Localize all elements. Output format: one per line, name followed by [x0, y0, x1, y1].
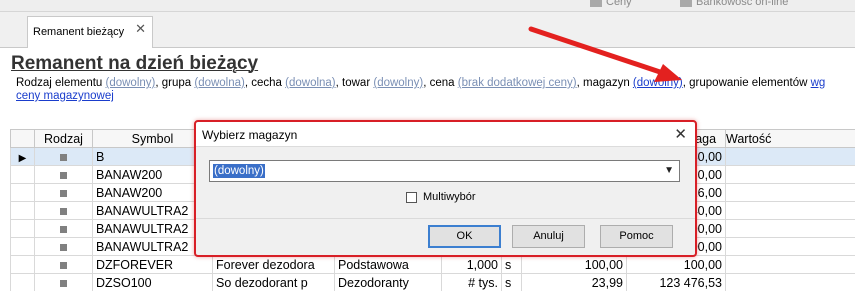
- dialog-titlebar[interactable]: Wybierz magazyn ✕: [196, 122, 695, 147]
- cell-rodzaj: [34, 147, 93, 166]
- item-type-icon: [60, 171, 67, 179]
- cell-value2: [725, 183, 855, 202]
- item-type-icon: [60, 243, 67, 251]
- combobox-value: (dowolny): [213, 164, 265, 178]
- tab-label: Remanent bieżący: [33, 26, 125, 38]
- cell-price: 100,00: [521, 255, 627, 274]
- cell-value2: [725, 237, 855, 256]
- filter-link-cecha[interactable]: (dowolna): [285, 77, 336, 89]
- multiselect-checkbox[interactable]: [406, 192, 417, 203]
- warehouse-combobox[interactable]: (dowolny) ▼: [209, 160, 680, 182]
- cell-rodzaj: [34, 255, 93, 274]
- toolbar-button-bank[interactable]: Bankowość on-line: [680, 0, 788, 8]
- filter-link-rodzaj[interactable]: (dowolny): [106, 77, 156, 89]
- cell-price: 23,99: [521, 273, 627, 291]
- item-type-icon: [60, 279, 67, 287]
- cell-name: So dezodorant p: [212, 273, 335, 291]
- cell-unit: s: [501, 273, 522, 291]
- cell-group: Dezodoranty: [334, 273, 442, 291]
- row-selector: [10, 255, 35, 274]
- cell-value: 123 476,53: [626, 273, 726, 291]
- cell-group: Podstawowa: [334, 255, 442, 274]
- cell-rodzaj: [34, 219, 93, 238]
- dialog-title: Wybierz magazyn: [202, 128, 298, 142]
- tab-remanent[interactable]: Remanent bieżący ✕: [27, 16, 153, 49]
- cell-name: Forever dezodora: [212, 255, 335, 274]
- cell-value2: [725, 219, 855, 238]
- filter-summary: Rodzaj elementu (dowolny), grupa (dowoln…: [16, 77, 826, 102]
- help-button[interactable]: Pomoc: [600, 225, 673, 248]
- cell-unit: s: [501, 255, 522, 274]
- filter-link-cena[interactable]: (brak dodatkowej ceny): [458, 77, 577, 89]
- cell-rodzaj: [34, 273, 93, 291]
- cell-value2: [725, 201, 855, 220]
- price-icon: [590, 0, 602, 8]
- dialog-separator: [196, 218, 695, 219]
- dialog-body: (dowolny) ▼ Multiwybór: [196, 148, 695, 218]
- cell-rodzaj: [34, 201, 93, 220]
- item-type-icon: [60, 225, 67, 233]
- cell-value2: [725, 255, 855, 274]
- table-row[interactable]: DZSO100 So dezodorant p Dezodoranty # tys. s…: [10, 273, 855, 291]
- row-selector: [10, 219, 35, 238]
- row-selector: [10, 273, 35, 291]
- chevron-down-icon[interactable]: ▼: [664, 165, 674, 176]
- cell-rodzaj: [34, 183, 93, 202]
- row-selector: ▶: [10, 147, 35, 166]
- row-selector: [10, 183, 35, 202]
- cell-value2: [725, 273, 855, 291]
- bank-icon: [680, 0, 692, 8]
- row-pointer-icon: ▶: [18, 152, 27, 164]
- column-header-value2[interactable]: Wartość: [725, 129, 855, 148]
- cell-value2: [725, 165, 855, 184]
- row-selector: [10, 237, 35, 256]
- item-type-icon: [60, 153, 67, 161]
- cell-qty: # tys.: [441, 273, 502, 291]
- filter-link-towar[interactable]: (dowolny): [373, 77, 423, 89]
- cell-symbol: DZFOREVER: [92, 255, 213, 274]
- page-title: Remanent na dzień bieżący: [11, 53, 259, 74]
- cell-symbol: DZSO100: [92, 273, 213, 291]
- filter-link-magazyn[interactable]: (dowolny): [633, 77, 683, 89]
- top-toolbar: Ceny Bankowość on-line: [0, 0, 855, 12]
- item-type-icon: [60, 207, 67, 215]
- cell-qty: 1,000: [441, 255, 502, 274]
- toolbar-button-ceny[interactable]: Ceny: [590, 0, 632, 8]
- column-header-rodzaj[interactable]: Rodzaj: [34, 129, 93, 148]
- tab-strip: Remanent bieżący ✕: [0, 12, 855, 49]
- filter-link-grupa[interactable]: (dowolna): [194, 77, 245, 89]
- cell-value2: [725, 147, 855, 166]
- row-selector: [10, 201, 35, 220]
- close-icon[interactable]: ✕: [674, 125, 687, 143]
- cell-rodzaj: [34, 237, 93, 256]
- table-row[interactable]: DZFOREVER Forever dezodora Podstawowa 1,000…: [10, 255, 855, 274]
- item-type-icon: [60, 189, 67, 197]
- close-icon[interactable]: ✕: [135, 21, 146, 37]
- multiselect-label[interactable]: Multiwybór: [423, 191, 476, 203]
- cell-rodzaj: [34, 165, 93, 184]
- cell-value: 100,00: [626, 255, 726, 274]
- ok-button[interactable]: OK: [428, 225, 501, 248]
- select-warehouse-dialog: Wybierz magazyn ✕ (dowolny) ▼ Multiwybór…: [194, 120, 697, 257]
- item-type-icon: [60, 261, 67, 269]
- column-header-select[interactable]: [10, 129, 35, 148]
- row-selector: [10, 165, 35, 184]
- cancel-button[interactable]: Anuluj: [512, 225, 585, 248]
